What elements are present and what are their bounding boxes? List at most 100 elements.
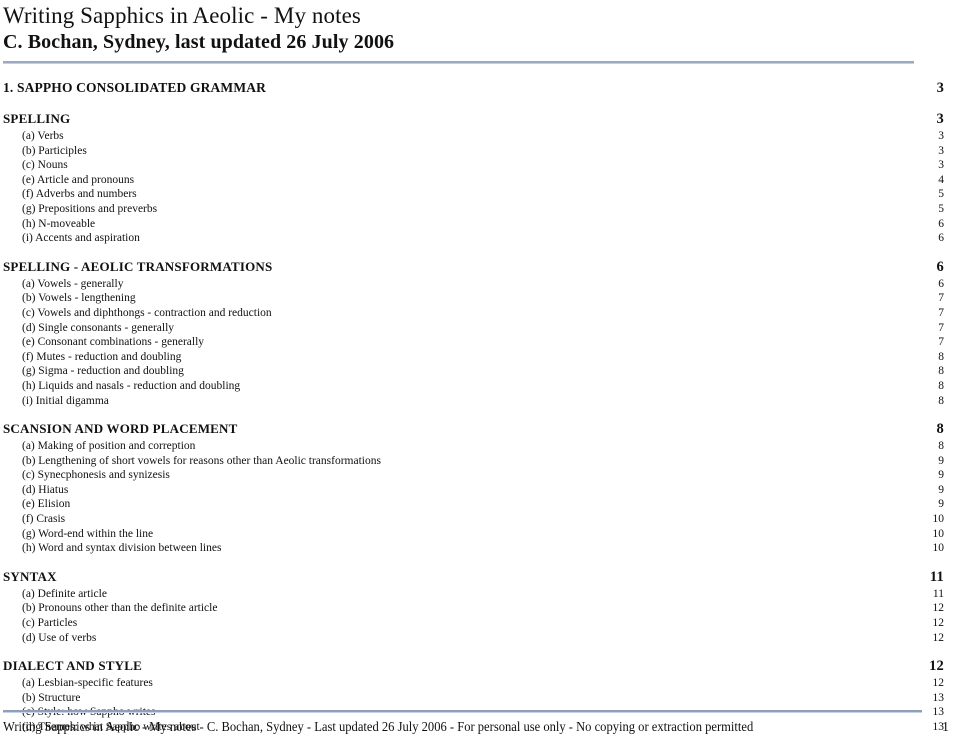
toc-entry[interactable]: (b) Vowels - lengthening 7 bbox=[3, 291, 952, 306]
toc-entry[interactable]: (f) Mutes - reduction and doubling 8 bbox=[3, 350, 952, 365]
toc-section-heading-label: SPELLING bbox=[3, 111, 71, 126]
footer-row: Writing Sapphics in Aeolic - My notes - … bbox=[3, 718, 952, 736]
toc-entry-label: (e) Elision bbox=[22, 498, 71, 511]
toc-entry-label: (c) Nouns bbox=[22, 159, 68, 172]
toc-entry[interactable]: (g) Sigma - reduction and doubling 8 bbox=[3, 364, 952, 379]
toc-entry-page: 5 bbox=[938, 202, 944, 215]
toc-entry-page: 12 bbox=[932, 617, 945, 630]
toc-entry-label: (c) Synecphonesis and synizesis bbox=[22, 469, 170, 482]
toc-entry[interactable]: (c) Nouns 3 bbox=[3, 158, 952, 173]
toc-chapter-page: 3 bbox=[936, 80, 944, 96]
toc-entry-page: 8 bbox=[938, 365, 944, 378]
toc-entry-page: 6 bbox=[938, 232, 944, 245]
toc-entry[interactable]: (a) Lesbian-specific features 12 bbox=[3, 676, 952, 691]
document-footer: Writing Sapphics in Aeolic - My notes - … bbox=[3, 710, 952, 736]
toc-section-heading-page: 8 bbox=[936, 421, 944, 438]
toc-entry-label: (h) Word and syntax division between lin… bbox=[22, 542, 222, 555]
toc-entry-label: (g) Word-end within the line bbox=[22, 527, 154, 540]
toc-entry-label: (b) Participles bbox=[22, 144, 87, 157]
toc-entry-page: 4 bbox=[938, 173, 944, 186]
toc-section-syntax: SYNTAX 11 (a) Definite article 11 (b) Pr… bbox=[3, 567, 952, 645]
toc-entry[interactable]: (a) Vowels - generally 6 bbox=[3, 277, 952, 292]
toc-entry[interactable]: (a) Definite article 11 bbox=[3, 587, 952, 602]
toc-entry[interactable]: (h) Liquids and nasals - reduction and d… bbox=[3, 379, 952, 394]
toc-entry-label: (d) Single consonants - generally bbox=[22, 321, 175, 334]
toc-entry[interactable]: (b) Pronouns other than the definite art… bbox=[3, 601, 952, 616]
toc-entry[interactable]: (b) Participles 3 bbox=[3, 144, 952, 159]
toc-entry-page: 5 bbox=[938, 188, 944, 201]
toc-section-scansion: SCANSION AND WORD PLACEMENT 8 (a) Making… bbox=[3, 419, 952, 556]
toc-section-heading-label: SPELLING - AEOLIC TRANSFORMATIONS bbox=[3, 258, 273, 274]
toc-entry-label: (g) Sigma - reduction and doubling bbox=[22, 365, 184, 378]
toc-entry-label: (c) Vowels and diphthongs - contraction … bbox=[22, 306, 272, 319]
toc-entry[interactable]: (d) Single consonants - generally 7 bbox=[3, 321, 952, 336]
toc-section-heading-row[interactable]: SPELLING 3 bbox=[3, 109, 952, 129]
toc-section-heading-label: SCANSION AND WORD PLACEMENT bbox=[3, 421, 238, 437]
toc-entry-label: (a) Making of position and correption bbox=[22, 440, 196, 453]
toc-entry[interactable]: (h) N-moveable 6 bbox=[3, 217, 952, 232]
toc-entry[interactable]: (i) Accents and aspiration 6 bbox=[3, 231, 952, 246]
toc-entry-page: 8 bbox=[938, 379, 944, 392]
toc-entry-page: 9 bbox=[938, 454, 944, 467]
toc-section-aeolic-transformations: SPELLING - AEOLIC TRANSFORMATIONS 6 (a) … bbox=[3, 257, 952, 408]
toc-entry-label: (a) Vowels - generally bbox=[22, 277, 124, 290]
toc-entry-page: 3 bbox=[938, 159, 944, 172]
footer-divider bbox=[3, 710, 922, 713]
toc-entry[interactable]: (c) Particles 12 bbox=[3, 616, 952, 631]
toc-entry[interactable]: (i) Initial digamma 8 bbox=[3, 394, 952, 409]
toc-entry-label: (i) Accents and aspiration bbox=[22, 232, 140, 245]
toc-entry-page: 9 bbox=[938, 498, 944, 511]
toc-entry[interactable]: (d) Use of verbs 12 bbox=[3, 631, 952, 646]
toc-section-heading-label: DIALECT AND STYLE bbox=[3, 658, 142, 674]
toc-entry-label: (f) Crasis bbox=[22, 513, 66, 526]
toc-entry-page: 7 bbox=[938, 321, 944, 334]
toc-section-heading-page: 12 bbox=[929, 658, 944, 675]
toc-section-heading-page: 6 bbox=[936, 258, 944, 275]
toc-entry-page: 3 bbox=[938, 144, 944, 157]
toc-entry[interactable]: (c) Synecphonesis and synizesis 9 bbox=[3, 468, 952, 483]
toc-entry-page: 7 bbox=[938, 292, 944, 305]
toc-entry[interactable]: (e) Consonant combinations - generally 7 bbox=[3, 335, 952, 350]
toc-entry-label: (h) N-moveable bbox=[22, 217, 96, 230]
toc-entry-page: 6 bbox=[938, 217, 944, 230]
toc-entry-page: 10 bbox=[932, 542, 945, 555]
toc-entry[interactable]: (d) Hiatus 9 bbox=[3, 483, 952, 498]
toc-entry-label: (c) Particles bbox=[22, 617, 78, 630]
toc-entry-page: 3 bbox=[938, 130, 944, 142]
footer-text: Writing Sapphics in Aeolic - My notes - … bbox=[3, 719, 754, 734]
toc-entry[interactable]: (b) Structure 13 bbox=[3, 691, 952, 706]
toc-entry[interactable]: (h) Word and syntax division between lin… bbox=[3, 541, 952, 556]
page-subtitle: C. Bochan, Sydney, last updated 26 July … bbox=[3, 31, 395, 53]
toc-entry-page: 8 bbox=[938, 440, 944, 453]
toc-entry[interactable]: (f) Adverbs and numbers 5 bbox=[3, 187, 952, 202]
toc-entry-label: (a) Definite article bbox=[22, 587, 107, 600]
document-page: Writing Sapphics in Aeolic - My notes C.… bbox=[0, 0, 960, 738]
toc-chapter-row[interactable]: 1. SAPPHO CONSOLIDATED GRAMMAR 3 bbox=[3, 77, 952, 99]
toc-entry-page: 12 bbox=[932, 677, 945, 690]
toc-entry-label: (b) Pronouns other than the definite art… bbox=[22, 602, 218, 615]
toc-entry-page: 10 bbox=[932, 527, 945, 540]
toc-entry-page: 11 bbox=[932, 587, 944, 600]
toc-entry-label: (f) Adverbs and numbers bbox=[22, 188, 137, 201]
toc-entry-page: 13 bbox=[932, 691, 945, 704]
footer-page-number: 1 bbox=[942, 720, 949, 735]
toc-entry-label: (e) Consonant combinations - generally bbox=[22, 336, 205, 349]
toc-entry[interactable]: (a) Making of position and correption 8 bbox=[3, 439, 952, 454]
toc-entry[interactable]: (g) Prepositions and preverbs 5 bbox=[3, 202, 952, 217]
toc-entry[interactable]: (e) Elision 9 bbox=[3, 497, 952, 512]
toc-section-heading-row[interactable]: SYNTAX 11 bbox=[3, 567, 952, 587]
toc-entry[interactable]: (b) Lengthening of short vowels for reas… bbox=[3, 454, 952, 469]
toc-section-heading-row[interactable]: DIALECT AND STYLE 12 bbox=[3, 656, 952, 676]
toc-section-heading-row[interactable]: SCANSION AND WORD PLACEMENT 8 bbox=[3, 419, 952, 439]
toc-entry[interactable]: (g) Word-end within the line 10 bbox=[3, 527, 952, 542]
toc-entry[interactable]: (a) Verbs 3 bbox=[3, 129, 952, 144]
toc-entry-label: (b) Lengthening of short vowels for reas… bbox=[22, 454, 381, 467]
toc-entry[interactable]: (e) Article and pronouns 4 bbox=[3, 173, 952, 188]
toc-section-heading-row[interactable]: SPELLING - AEOLIC TRANSFORMATIONS 6 bbox=[3, 257, 952, 277]
toc-section-heading-page: 3 bbox=[936, 111, 944, 127]
toc-entry[interactable]: (c) Vowels and diphthongs - contraction … bbox=[3, 306, 952, 321]
toc-entry-label: (b) Vowels - lengthening bbox=[22, 292, 136, 305]
toc-section-heading-label: SYNTAX bbox=[3, 568, 57, 584]
toc-chapter-label: 1. SAPPHO CONSOLIDATED GRAMMAR bbox=[3, 80, 267, 95]
toc-entry[interactable]: (f) Crasis 10 bbox=[3, 512, 952, 527]
